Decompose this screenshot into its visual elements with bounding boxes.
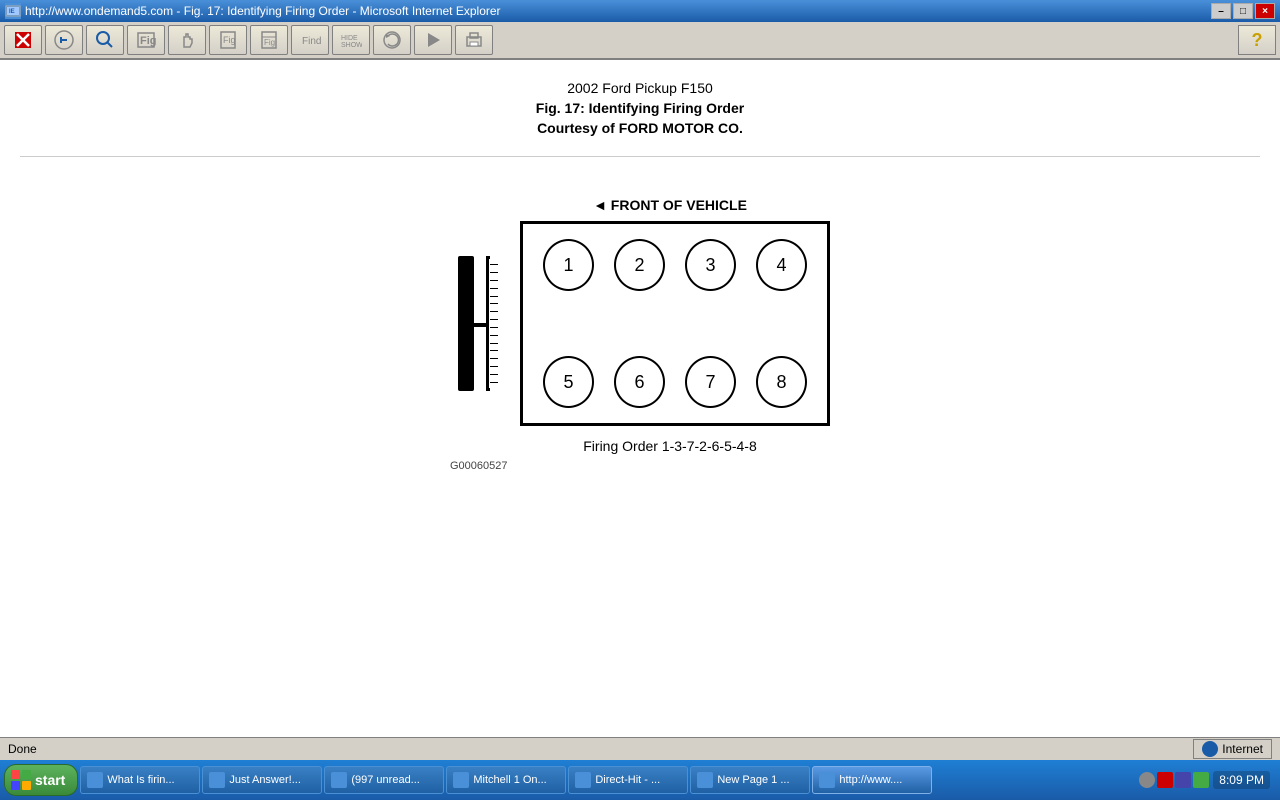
taskbar-item-icon-2	[209, 772, 225, 788]
status-text: Done	[8, 742, 1193, 756]
print-toolbar-btn[interactable]	[455, 25, 493, 55]
cylinder-row-top: 1 2 3 4	[543, 239, 807, 291]
svg-text:HIDE: HIDE	[341, 35, 358, 42]
help-button[interactable]: ?	[1238, 25, 1276, 55]
hand-toolbar-btn[interactable]	[168, 25, 206, 55]
svg-text:Fig: Fig	[140, 35, 157, 47]
svg-text:IE: IE	[9, 9, 15, 15]
taskbar-item-label-7: http://www....	[839, 774, 902, 786]
logo-yellow	[22, 781, 31, 790]
cylinder-6: 6	[614, 356, 665, 408]
tray-icon-4	[1193, 772, 1209, 788]
crankshaft-shaft	[474, 323, 486, 327]
taskbar-item-4[interactable]: Mitchell 1 On...	[446, 766, 566, 794]
taskbar-item-label-6: New Page 1 ...	[717, 774, 789, 786]
zone-label: Internet	[1222, 742, 1263, 756]
hideshow-toolbar-btn[interactable]: HIDE SHOW	[332, 25, 370, 55]
svg-text:Fig: Fig	[264, 38, 275, 47]
taskbar-item-2[interactable]: Just Answer!...	[202, 766, 322, 794]
logo-blue	[11, 781, 20, 790]
divider	[20, 156, 1260, 157]
taskbar-item-icon-4	[453, 772, 469, 788]
back-toolbar-btn[interactable]	[45, 25, 83, 55]
part-number-label: G00060527	[450, 460, 830, 472]
title-bar: IE http://www.ondemand5.com - Fig. 17: I…	[0, 0, 1280, 22]
taskbar-item-label-5: Direct-Hit - ...	[595, 774, 660, 786]
taskbar-item-3[interactable]: (997 unread...	[324, 766, 444, 794]
taskbar-item-label-3: (997 unread...	[351, 774, 420, 786]
taskbar-item-7[interactable]: http://www....	[812, 766, 932, 794]
taskbar-item-5[interactable]: Direct-Hit - ...	[568, 766, 688, 794]
tray-icon-3	[1175, 772, 1191, 788]
logo-red	[11, 770, 20, 779]
cylinder-7: 7	[685, 356, 736, 408]
window-title: http://www.ondemand5.com - Fig. 17: Iden…	[25, 4, 501, 18]
window-controls[interactable]: – □ ×	[1211, 3, 1275, 19]
windows-logo	[11, 770, 31, 790]
close-toolbar-btn[interactable]	[4, 25, 42, 55]
logo-green	[22, 770, 31, 779]
taskbar-right: 8:09 PM	[1139, 771, 1276, 789]
taskbar-item-label-4: Mitchell 1 On...	[473, 774, 546, 786]
search-toolbar-btn[interactable]	[86, 25, 124, 55]
fig2-toolbar-btn[interactable]: Fig	[250, 25, 288, 55]
start-label: start	[35, 772, 65, 788]
svg-text:Find: Find	[302, 36, 321, 47]
front-of-vehicle-label: ◄ FRONT OF VEHICLE	[510, 197, 830, 213]
content-area: 2002 Ford Pickup F150 Fig. 17: Identifyi…	[0, 60, 1280, 737]
clock: 8:09 PM	[1213, 771, 1270, 789]
taskbar-item-1[interactable]: What Is firin...	[80, 766, 200, 794]
taskbar: start What Is firin... Just Answer!... (…	[0, 760, 1280, 800]
svg-text:SHOW: SHOW	[341, 42, 362, 49]
firing-order-diagram: ◄ FRONT OF VEHICLE	[450, 197, 830, 472]
engine-block: 1 2 3 4 5 6 7 8	[520, 221, 830, 426]
cylinder-3: 3	[685, 239, 736, 291]
toolbar: Fig Fig Fig Find HIDE SHOW	[0, 22, 1280, 60]
fig-toolbar-btn[interactable]: Fig	[209, 25, 247, 55]
taskbar-item-icon-6	[697, 772, 713, 788]
image-toolbar-btn[interactable]: Fig	[127, 25, 165, 55]
taskbar-item-label-2: Just Answer!...	[229, 774, 301, 786]
taskbar-item-6[interactable]: New Page 1 ...	[690, 766, 810, 794]
taskbar-item-icon-5	[575, 772, 591, 788]
tray-icon-2	[1157, 772, 1173, 788]
status-zone: Internet	[1193, 739, 1272, 759]
cylinder-8: 8	[756, 356, 807, 408]
maximize-button[interactable]: □	[1233, 3, 1253, 19]
app-icon: IE	[5, 3, 21, 19]
globe-icon	[1202, 741, 1218, 757]
taskbar-item-icon-1	[87, 772, 103, 788]
tick-marks	[490, 261, 508, 386]
cylinder-4: 4	[756, 239, 807, 291]
find-toolbar-btn[interactable]: Find	[291, 25, 329, 55]
cylinder-row-bottom: 5 6 7 8	[543, 356, 807, 408]
engine-diagram: 1 2 3 4 5 6 7 8	[450, 221, 830, 426]
cylinder-5: 5	[543, 356, 594, 408]
close-button[interactable]: ×	[1255, 3, 1275, 19]
svg-text:Fig: Fig	[223, 35, 236, 45]
taskbar-item-label-1: What Is firin...	[107, 774, 174, 786]
taskbar-item-icon-7	[819, 772, 835, 788]
status-bar: Done Internet	[0, 737, 1280, 760]
firing-order-label: Firing Order 1-3-7-2-6-5-4-8	[510, 438, 830, 454]
cylinder-1: 1	[543, 239, 594, 291]
taskbar-item-icon-3	[331, 772, 347, 788]
page-title-line2: Fig. 17: Identifying Firing Order	[20, 100, 1260, 116]
minimize-button[interactable]: –	[1211, 3, 1231, 19]
engine-center	[543, 306, 807, 356]
refresh-toolbar-btn[interactable]	[373, 25, 411, 55]
refresh2-toolbar-btn[interactable]	[414, 25, 452, 55]
crankshaft-body	[458, 256, 474, 391]
tray-icon-1	[1139, 772, 1155, 788]
page-title-line1: 2002 Ford Pickup F150	[20, 80, 1260, 96]
cylinder-2: 2	[614, 239, 665, 291]
start-button[interactable]: start	[4, 764, 78, 796]
system-tray	[1139, 772, 1209, 788]
page-title-line3: Courtesy of FORD MOTOR CO.	[20, 120, 1260, 136]
